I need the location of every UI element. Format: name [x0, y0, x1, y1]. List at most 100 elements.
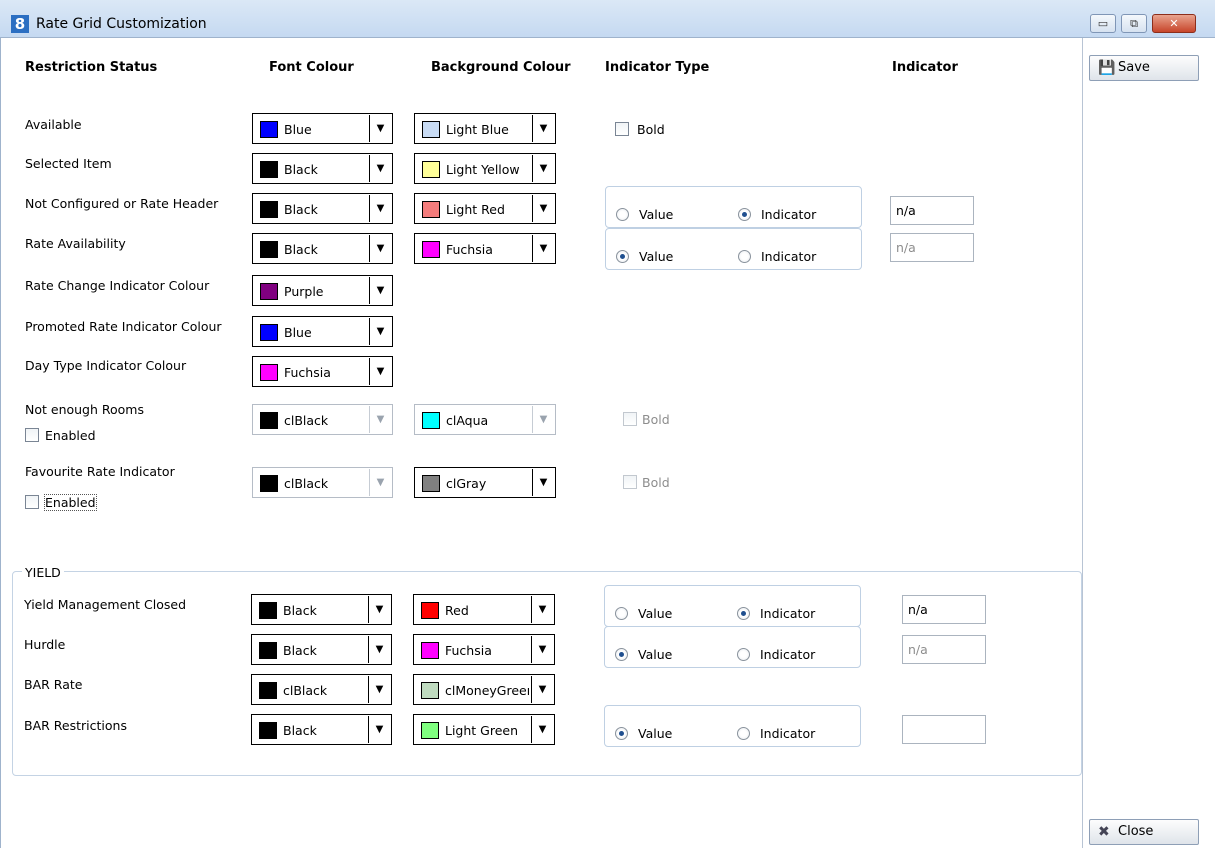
close-icon: ✖ — [1098, 824, 1110, 840]
chevron-down-icon[interactable]: ▼ — [369, 277, 391, 304]
color-swatch — [260, 324, 278, 341]
chevron-down-icon[interactable]: ▼ — [368, 596, 390, 623]
chevron-down-icon[interactable]: ▼ — [369, 195, 391, 222]
label-rate-change-indicator: Rate Change Indicator Colour — [25, 278, 210, 293]
color-swatch — [260, 201, 278, 218]
background-colour-value: Light Blue — [446, 122, 509, 137]
background-colour-select-selected-item[interactable]: Light Yellow ▼ — [414, 153, 556, 184]
bold-label: Bold — [642, 475, 670, 490]
label-rate-availability: Rate Availability — [25, 236, 126, 251]
label-hurdle: Hurdle — [24, 637, 66, 652]
chevron-down-icon[interactable]: ▼ — [369, 115, 391, 142]
label-bar-rate: BAR Rate — [24, 677, 83, 692]
indicator-radio[interactable] — [737, 727, 750, 740]
label-bar-restrictions: BAR Restrictions — [24, 718, 127, 733]
close-button[interactable]: ✖ Close — [1089, 819, 1199, 845]
chevron-down-icon[interactable]: ▼ — [368, 676, 390, 703]
indicator-radio[interactable] — [737, 607, 750, 620]
background-colour-select-available[interactable]: Light Blue ▼ — [414, 113, 556, 144]
chevron-down-icon[interactable]: ▼ — [532, 155, 554, 182]
indicator-input-yield-closed[interactable]: n/a — [902, 595, 986, 624]
font-colour-value: Black — [283, 643, 317, 658]
enabled-label: Enabled — [45, 428, 96, 443]
indicator-radio[interactable] — [737, 648, 750, 661]
background-colour-select-yield-closed[interactable]: Red ▼ — [413, 594, 555, 625]
font-colour-select-selected-item[interactable]: Black ▼ — [252, 153, 393, 184]
color-swatch — [259, 642, 277, 659]
save-button[interactable]: 💾 Save — [1089, 55, 1199, 81]
chevron-down-icon[interactable]: ▼ — [531, 596, 553, 623]
font-colour-select-available[interactable]: Blue ▼ — [252, 113, 393, 144]
font-colour-select-favourite-rate[interactable]: clBlack ▼ — [252, 467, 393, 498]
enabled-checkbox-not-enough-rooms[interactable] — [25, 428, 39, 442]
chevron-down-icon[interactable]: ▼ — [369, 235, 391, 262]
chevron-down-icon[interactable]: ▼ — [531, 636, 553, 663]
chevron-down-icon[interactable]: ▼ — [532, 235, 554, 262]
chevron-down-icon[interactable]: ▼ — [532, 115, 554, 142]
chevron-down-icon[interactable]: ▼ — [531, 716, 553, 743]
chevron-down-icon[interactable]: ▼ — [532, 406, 554, 433]
value-radio[interactable] — [616, 250, 629, 263]
close-window-button[interactable]: ✕ — [1152, 14, 1196, 33]
chevron-down-icon[interactable]: ▼ — [369, 358, 391, 385]
value-radio[interactable] — [615, 727, 628, 740]
color-swatch — [260, 283, 278, 300]
bold-checkbox-not-enough-rooms[interactable] — [623, 412, 637, 426]
chevron-down-icon[interactable]: ▼ — [369, 406, 391, 433]
chevron-down-icon[interactable]: ▼ — [368, 716, 390, 743]
bold-checkbox-favourite-rate[interactable] — [623, 475, 637, 489]
chevron-down-icon[interactable]: ▼ — [532, 195, 554, 222]
font-colour-select-rate-availability[interactable]: Black ▼ — [252, 233, 393, 264]
indicator-radio-label: Indicator — [760, 647, 816, 662]
indicator-input-bar-restrictions[interactable] — [902, 715, 986, 744]
font-colour-select-not-configured[interactable]: Black ▼ — [252, 193, 393, 224]
background-colour-select-favourite-rate[interactable]: clGray ▼ — [414, 467, 556, 498]
indicator-radio[interactable] — [738, 208, 751, 221]
indicator-input-not-configured[interactable]: n/a — [890, 196, 974, 225]
enabled-checkbox-favourite-rate[interactable] — [25, 495, 39, 509]
indicator-type-group-yield-closed: Value Indicator — [604, 585, 861, 627]
font-colour-value: Black — [283, 603, 317, 618]
value-radio[interactable] — [616, 208, 629, 221]
color-swatch — [260, 241, 278, 258]
font-colour-select-not-enough-rooms[interactable]: clBlack ▼ — [252, 404, 393, 435]
background-colour-select-bar-restrictions[interactable]: Light Green ▼ — [413, 714, 555, 745]
color-swatch — [260, 161, 278, 178]
indicator-input-rate-availability[interactable]: n/a — [890, 233, 974, 262]
value-radio[interactable] — [615, 607, 628, 620]
font-colour-select-bar-rate[interactable]: clBlack ▼ — [251, 674, 392, 705]
maximize-button[interactable]: ⧉ — [1121, 14, 1147, 33]
indicator-input-hurdle[interactable]: n/a — [902, 635, 986, 664]
font-colour-select-rate-change[interactable]: Purple ▼ — [252, 275, 393, 306]
font-colour-select-bar-restrictions[interactable]: Black ▼ — [251, 714, 392, 745]
background-colour-select-not-enough-rooms[interactable]: clAqua ▼ — [414, 404, 556, 435]
yield-group-title: YIELD — [22, 565, 64, 580]
background-colour-value: Light Yellow — [446, 162, 520, 177]
bold-label: Bold — [642, 412, 670, 427]
indicator-radio[interactable] — [738, 250, 751, 263]
chevron-down-icon[interactable]: ▼ — [531, 676, 553, 703]
font-colour-select-promoted-rate[interactable]: Blue ▼ — [252, 316, 393, 347]
font-colour-select-yield-closed[interactable]: Black ▼ — [251, 594, 392, 625]
chevron-down-icon[interactable]: ▼ — [369, 469, 391, 496]
window-title: Rate Grid Customization — [36, 16, 207, 32]
color-swatch — [260, 364, 278, 381]
background-colour-select-bar-rate[interactable]: clMoneyGreen ▼ — [413, 674, 555, 705]
color-swatch — [422, 241, 440, 258]
value-radio-label: Value — [638, 647, 673, 662]
background-colour-select-rate-availability[interactable]: Fuchsia ▼ — [414, 233, 556, 264]
chevron-down-icon[interactable]: ▼ — [368, 636, 390, 663]
header-indicator-type: Indicator Type — [605, 60, 710, 75]
save-button-label: Save — [1118, 60, 1150, 75]
background-colour-select-hurdle[interactable]: Fuchsia ▼ — [413, 634, 555, 665]
bold-checkbox-available[interactable] — [615, 122, 629, 136]
font-colour-value: Black — [284, 162, 318, 177]
background-colour-select-not-configured[interactable]: Light Red ▼ — [414, 193, 556, 224]
chevron-down-icon[interactable]: ▼ — [532, 469, 554, 496]
font-colour-select-hurdle[interactable]: Black ▼ — [251, 634, 392, 665]
font-colour-select-day-type[interactable]: Fuchsia ▼ — [252, 356, 393, 387]
chevron-down-icon[interactable]: ▼ — [369, 155, 391, 182]
minimize-button[interactable]: ▭ — [1090, 14, 1116, 33]
chevron-down-icon[interactable]: ▼ — [369, 318, 391, 345]
value-radio[interactable] — [615, 648, 628, 661]
